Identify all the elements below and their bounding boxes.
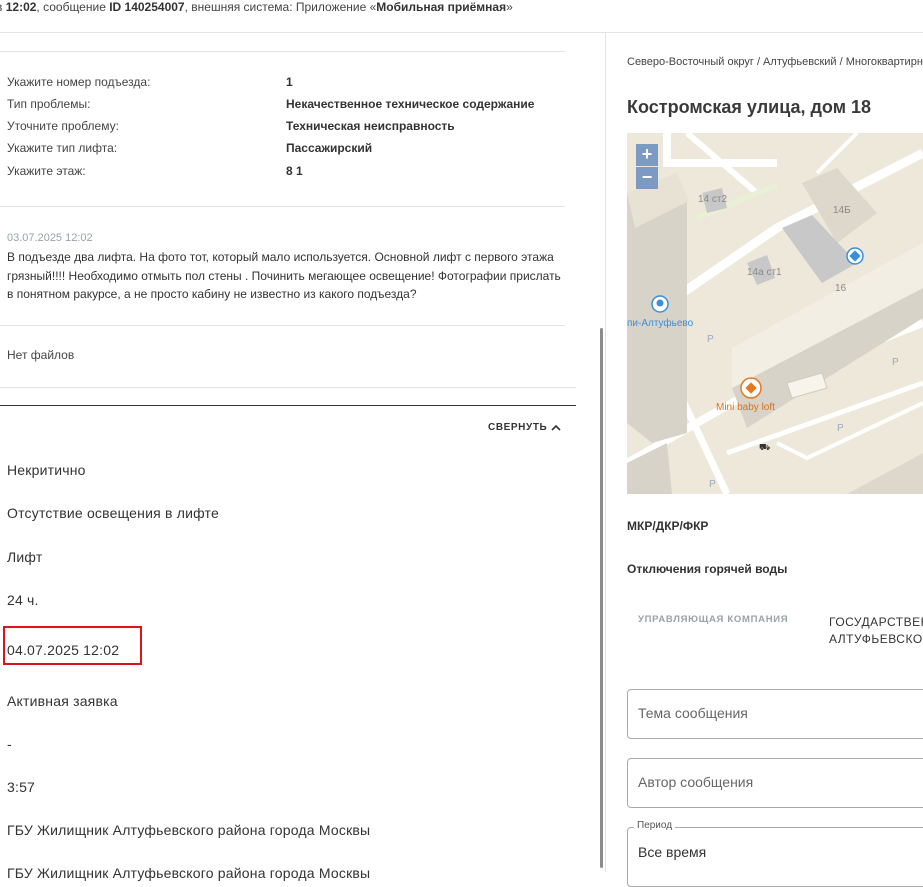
breadcrumb: Северо-Восточный округ / Алтуфьевский / … xyxy=(627,56,923,68)
parking-icon: P xyxy=(707,334,714,345)
external-system: Мобильная приёмная xyxy=(376,0,507,14)
divider xyxy=(0,51,565,52)
category-value: Лифт xyxy=(7,549,43,565)
scrollbar[interactable] xyxy=(600,328,603,868)
topic-field[interactable] xyxy=(627,689,923,739)
period-value: Все время xyxy=(638,844,707,860)
collapse-label: СВЕРНУТЬ xyxy=(488,422,548,433)
detail-label: Укажите номер подъезда: xyxy=(7,75,151,89)
tab-management-company[interactable]: УПРАВЛЯЮЩАЯ КОМПАНИЯ xyxy=(638,614,788,625)
map-label: 16 xyxy=(835,283,847,294)
detail-value: Пассажирский xyxy=(286,141,373,155)
shop-label: Mini baby loft xyxy=(716,402,775,413)
detail-label: Уточните проблему: xyxy=(7,119,119,133)
header-divider xyxy=(0,32,923,33)
column-divider xyxy=(605,32,606,872)
page-title: Костромская улица, дом 18 xyxy=(627,97,872,117)
map[interactable]: ⛟ + − 14 ст2 14Б 14а ст1 16 пи-Алтуфьево… xyxy=(627,133,923,494)
zoom-in-button[interactable]: + xyxy=(636,144,658,166)
parking-icon: P xyxy=(837,423,844,434)
zoom-out-button[interactable]: − xyxy=(636,167,658,189)
message-id: ID 140254007 xyxy=(109,0,185,14)
divider xyxy=(0,206,565,207)
svg-text:⛟: ⛟ xyxy=(759,442,770,452)
divider xyxy=(0,387,576,388)
map-canvas: ⛟ xyxy=(627,133,923,494)
status-value: Активная заявка xyxy=(7,693,118,709)
period-select[interactable]: Период Все время xyxy=(627,820,923,887)
tab-label: АЛТУФЬЕВСКОГО xyxy=(829,632,923,646)
chevron-up-icon xyxy=(551,424,561,431)
no-files-text: Нет файлов xyxy=(7,348,75,362)
collapse-button[interactable]: СВЕРНУТЬ xyxy=(488,422,561,433)
detail-label: Укажите этаж: xyxy=(7,164,86,178)
author-field[interactable] xyxy=(627,758,923,808)
time-value: 3:57 xyxy=(7,779,36,795)
parking-icon: P xyxy=(709,479,716,490)
deadline-hours-value: 24 ч. xyxy=(7,592,39,608)
detail-label: Тип проблемы: xyxy=(7,97,91,111)
period-legend: Период xyxy=(634,820,676,831)
highlight-box xyxy=(3,626,142,665)
parking-icon: P xyxy=(892,357,899,368)
map-label: 14а ст1 xyxy=(747,267,782,278)
tab-label: ГОСУДАРСТВЕННОЕ xyxy=(829,615,923,629)
topic-input[interactable] xyxy=(638,705,918,721)
author-input[interactable] xyxy=(638,774,918,790)
detail-value: 1 xyxy=(286,75,293,89)
organization-value: ГБУ Жилищник Алтуфьевского района города… xyxy=(7,822,371,838)
detail-value: 8 1 xyxy=(286,164,303,178)
tab-government[interactable]: ГОСУДАРСТВЕННОЕ АЛТУФЬЕВСКОГО xyxy=(829,614,923,648)
message-header: в 12:02, сообщение ID 140254007, внешняя… xyxy=(0,0,513,14)
section-title-repair[interactable]: МКР/ДКР/ФКР xyxy=(627,519,708,533)
section-divider xyxy=(0,405,576,406)
detail-label: Укажите тип лифта: xyxy=(7,141,118,155)
organization-value: ГБУ Жилищник Алтуфьевского района города… xyxy=(7,865,371,881)
comment-text: В подъезде два лифта. На фото тот, котор… xyxy=(7,250,561,301)
criticality-value: Некритично xyxy=(7,462,86,478)
detail-value: Некачественное техническое содержание xyxy=(286,97,535,111)
section-title-hot-water[interactable]: Отключения горячей воды xyxy=(627,562,787,576)
map-label: 14Б xyxy=(833,205,851,216)
map-label: 14 ст2 xyxy=(698,194,728,205)
detail-value: Техническая неисправность xyxy=(286,119,455,133)
divider xyxy=(0,325,565,326)
metro-station-label: пи-Алтуфьево xyxy=(627,318,694,329)
problem-value: Отсутствие освещения в лифте xyxy=(7,505,219,521)
message-time: 12:02 xyxy=(5,0,37,14)
comment-date: 03.07.2025 12:02 xyxy=(7,232,93,244)
dash-value: - xyxy=(7,736,12,752)
